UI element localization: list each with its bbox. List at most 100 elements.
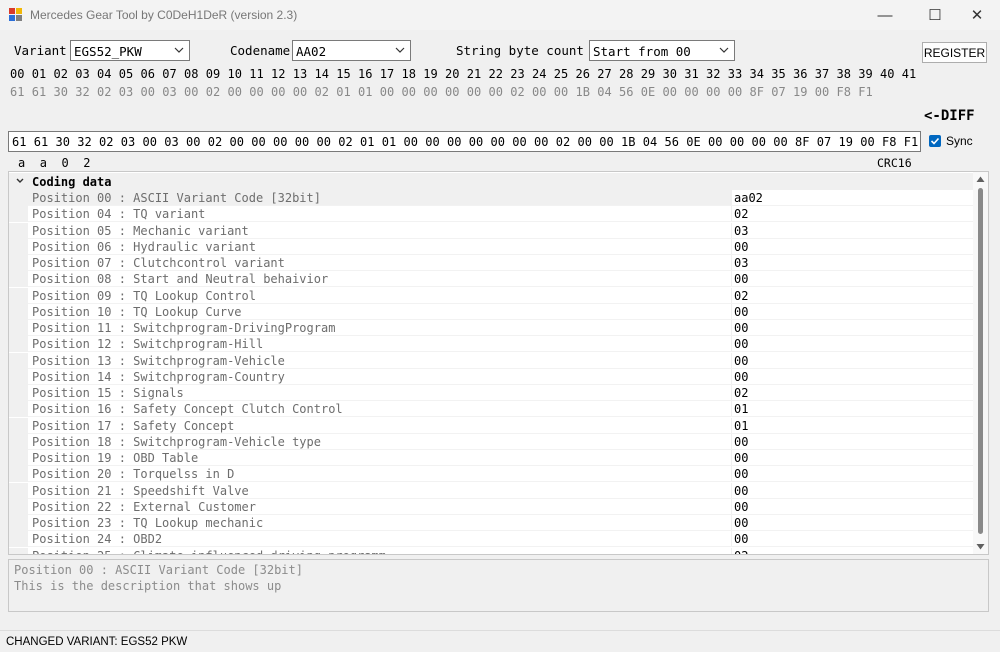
coding-row-value[interactable]: 02 bbox=[734, 207, 748, 221]
row-gutter bbox=[9, 515, 28, 532]
vertical-scrollbar[interactable] bbox=[973, 172, 988, 554]
coding-row-value[interactable]: 00 bbox=[734, 467, 748, 481]
scrollbar-thumb[interactable] bbox=[978, 188, 983, 534]
coding-row[interactable]: Position 18 : Switchprogram-Vehicle type… bbox=[9, 433, 974, 450]
column-divider bbox=[731, 222, 732, 239]
original-byte: 61 bbox=[31, 85, 47, 99]
edited-byte: 00 bbox=[512, 135, 527, 149]
original-byte: 00 bbox=[271, 85, 286, 99]
coding-row[interactable]: Position 23 : TQ Lookup mechanic 00 bbox=[9, 515, 974, 532]
minimize-button[interactable]: — bbox=[862, 0, 908, 30]
coding-row[interactable]: Position 16 : Safety Concept Clutch Cont… bbox=[9, 401, 974, 418]
bytes-edit-field[interactable]: 61 61 30 32 02 03 00 03 00 02 00 00 00 00 00 02 01 01 00 00… bbox=[8, 131, 921, 152]
original-byte: 56 bbox=[619, 85, 634, 99]
coding-row-value[interactable]: 02 bbox=[734, 549, 748, 555]
close-button[interactable]: ✕ bbox=[954, 0, 1000, 30]
coding-row[interactable]: Position 06 : Hydraulic variant 00 bbox=[9, 238, 974, 255]
coding-row[interactable]: Position 08 : Start and Neutral behaivio… bbox=[9, 271, 974, 288]
coding-row[interactable]: Position 12 : Switchprogram-Hill 00 bbox=[9, 336, 974, 353]
column-divider bbox=[731, 206, 732, 223]
coding-row[interactable]: Position 14 : Switchprogram-Country 00 bbox=[9, 368, 974, 385]
register-button[interactable]: REGISTER bbox=[922, 42, 987, 63]
string-byte-count-value: Start from 00 bbox=[593, 44, 691, 59]
coding-row-value[interactable]: 00 bbox=[734, 305, 748, 319]
coding-row-name: Position 21 : Speedshift Valve bbox=[32, 483, 249, 498]
original-byte: 0E bbox=[640, 85, 656, 99]
window-title: Mercedes Gear Tool by C0DeH1DeR (version… bbox=[30, 8, 298, 22]
coding-row-value[interactable]: 00 bbox=[734, 337, 748, 351]
coding-row[interactable]: Position 05 : Mechanic variant 03 bbox=[9, 222, 974, 239]
coding-row[interactable]: Position 20 : Torquelss in D 00 bbox=[9, 466, 974, 483]
row-gutter bbox=[9, 255, 28, 272]
coding-row[interactable]: Position 04 : TQ variant 02 bbox=[9, 206, 974, 223]
coding-row[interactable]: Position 15 : Signals 02 bbox=[9, 385, 974, 402]
coding-row-value[interactable]: 03 bbox=[734, 224, 748, 238]
coding-row-value[interactable]: 03 bbox=[734, 256, 748, 270]
coding-row-value[interactable]: 00 bbox=[734, 370, 748, 384]
coding-row-value[interactable]: 01 bbox=[734, 402, 748, 416]
original-byte: 32 bbox=[75, 85, 90, 99]
original-byte: 02 bbox=[97, 85, 112, 99]
original-byte: 00 bbox=[423, 85, 438, 99]
maximize-icon: ☐ bbox=[928, 7, 942, 24]
coding-row[interactable]: Position 21 : Speedshift Valve 00 bbox=[9, 482, 974, 499]
original-byte: 00 bbox=[488, 85, 503, 99]
byte-index: 09 bbox=[205, 67, 221, 81]
coding-row-value[interactable]: 00 bbox=[734, 435, 748, 449]
row-gutter bbox=[9, 368, 28, 385]
sync-checkbox[interactable] bbox=[929, 135, 941, 147]
original-byte: 00 bbox=[466, 85, 482, 99]
coding-row-value[interactable]: 00 bbox=[734, 272, 748, 286]
byte-index: 18 bbox=[401, 67, 416, 81]
original-byte: 1B bbox=[575, 85, 590, 99]
coding-row[interactable]: Position 24 : OBD2 00 bbox=[9, 531, 974, 548]
byte-index: 10 bbox=[227, 67, 242, 81]
byte-index: 03 bbox=[75, 67, 90, 81]
coding-row[interactable]: Position 25 : Climate influenced driving… bbox=[9, 547, 974, 555]
coding-row-value[interactable]: 00 bbox=[734, 500, 748, 514]
coding-row[interactable]: Position 22 : External Customer 00 bbox=[9, 498, 974, 515]
scroll-down-icon[interactable] bbox=[976, 543, 985, 551]
coding-row[interactable]: Position 10 : TQ Lookup Curve 00 bbox=[9, 303, 974, 320]
original-byte: 00 bbox=[706, 85, 721, 99]
original-byte: 02 bbox=[314, 85, 329, 99]
edited-byte: 02 bbox=[555, 135, 571, 149]
coding-row-value[interactable]: 00 bbox=[734, 484, 748, 498]
edited-byte: 00 bbox=[860, 135, 875, 149]
coding-row[interactable]: Position 17 : Safety Concept 01 bbox=[9, 417, 974, 434]
coding-row[interactable]: Position 09 : TQ Lookup Control 02 bbox=[9, 287, 974, 304]
scroll-up-icon[interactable] bbox=[976, 175, 985, 183]
coding-data-group-header[interactable]: Coding data bbox=[9, 173, 974, 190]
maximize-button[interactable]: ☐ bbox=[912, 0, 958, 30]
coding-row-value[interactable]: 00 bbox=[734, 516, 748, 530]
coding-row-value[interactable]: 00 bbox=[734, 321, 748, 335]
coding-row[interactable]: Position 13 : Switchprogram-Vehicle 00 bbox=[9, 352, 974, 369]
byte-index: 05 bbox=[118, 67, 134, 81]
coding-row-value[interactable]: 02 bbox=[734, 386, 748, 400]
edited-byte: F8 bbox=[882, 135, 897, 149]
coding-row-value[interactable]: 00 bbox=[734, 240, 748, 254]
column-divider bbox=[731, 287, 732, 304]
coding-row-value[interactable]: aa02 bbox=[734, 191, 763, 205]
coding-row[interactable]: Position 00 : ASCII Variant Code [32bit]… bbox=[9, 190, 974, 207]
coding-row-value[interactable]: 01 bbox=[734, 419, 748, 433]
codename-select[interactable]: AA02 bbox=[292, 40, 411, 61]
byte-index: 08 bbox=[184, 67, 199, 81]
chevron-down-icon bbox=[174, 47, 184, 53]
coding-row[interactable]: Position 11 : Switchprogram-DrivingProgr… bbox=[9, 320, 974, 337]
coding-row-value[interactable]: 02 bbox=[734, 289, 748, 303]
chevron-down-icon[interactable] bbox=[15, 176, 25, 186]
coding-row-value[interactable]: 00 bbox=[734, 532, 748, 546]
coding-data-list[interactable]: Coding data Position 00 : ASCII Variant … bbox=[8, 171, 989, 555]
coding-row[interactable]: Position 19 : OBD Table 00 bbox=[9, 450, 974, 467]
coding-row[interactable]: Position 07 : Clutchcontrol variant 03 bbox=[9, 255, 974, 272]
checkmark-icon bbox=[930, 137, 940, 145]
variant-select[interactable]: EGS52_PKW bbox=[70, 40, 190, 61]
byte-index: 23 bbox=[510, 67, 525, 81]
column-divider bbox=[731, 547, 732, 554]
original-byte: 01 bbox=[358, 85, 373, 99]
coding-row-value[interactable]: 00 bbox=[734, 451, 748, 465]
coding-row-value[interactable]: 00 bbox=[734, 354, 748, 368]
string-byte-count-select[interactable]: Start from 00 bbox=[589, 40, 735, 61]
edited-byte: 00 bbox=[577, 135, 592, 149]
